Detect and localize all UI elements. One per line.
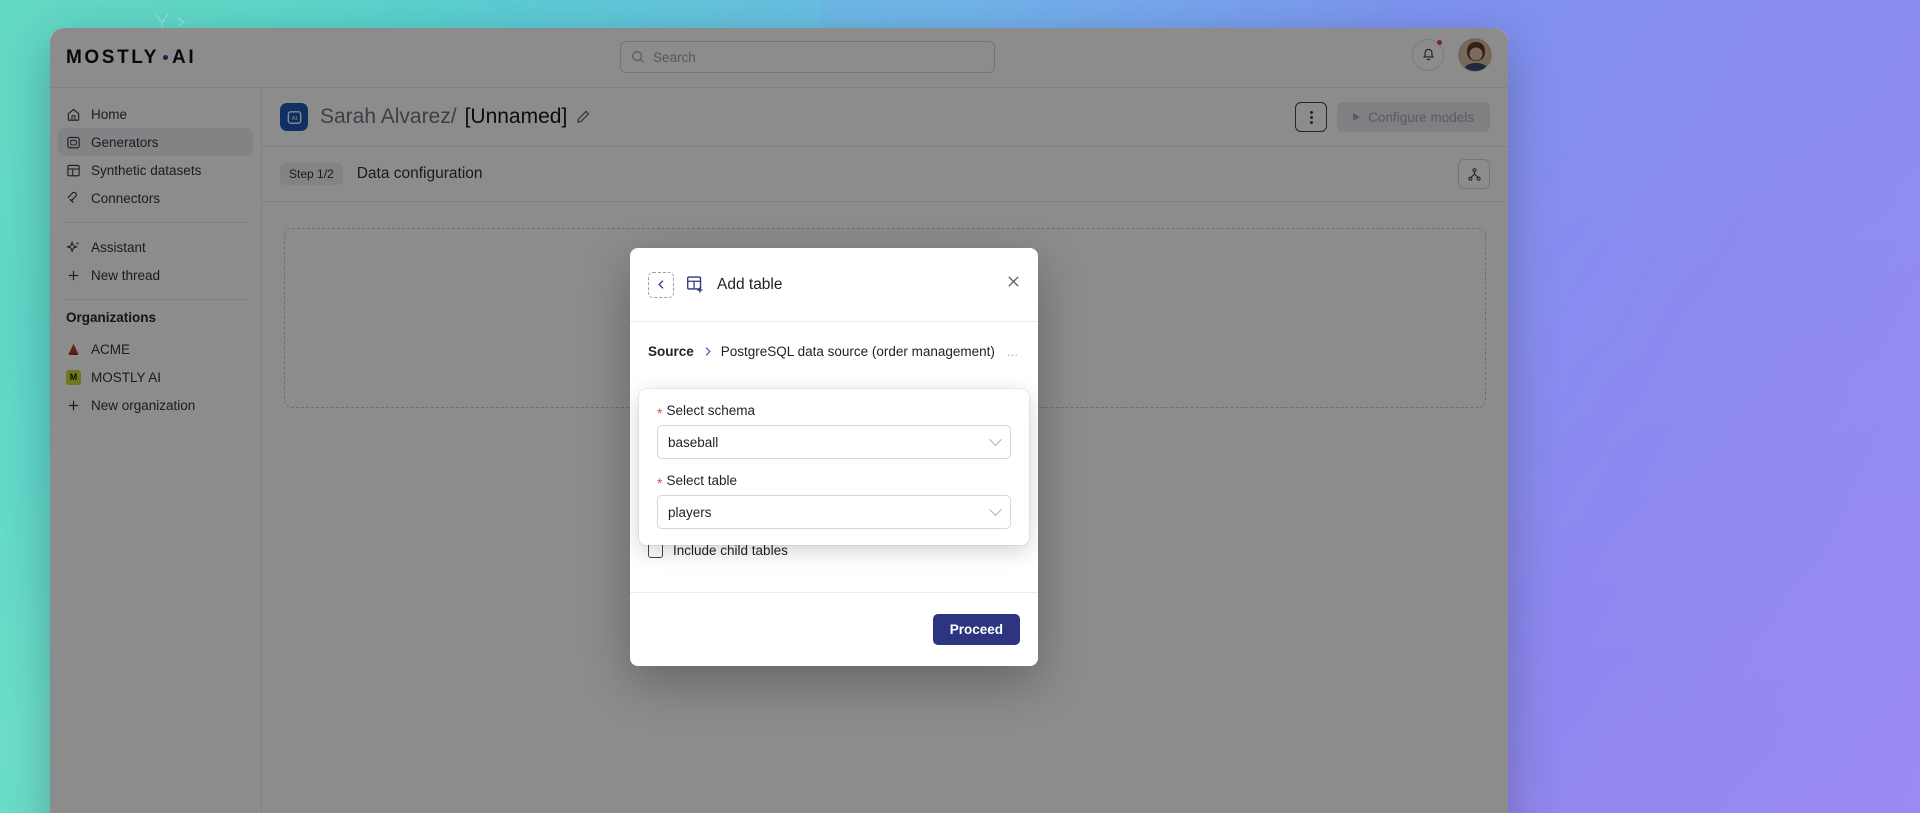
sidebar-item-new-thread[interactable]: New thread — [58, 261, 253, 289]
chevron-down-icon — [989, 432, 1002, 446]
sidebar: Home Generators Synthetic datasets Conne… — [50, 88, 262, 813]
sidebar-item-org-acme[interactable]: ACME — [58, 335, 253, 363]
dialog-title: Add table — [717, 275, 783, 293]
logo-text-ai: AI — [172, 46, 197, 68]
top-bar-actions — [1412, 38, 1492, 72]
chevron-down-icon — [989, 502, 1002, 516]
sidebar-item-label: MOSTLY AI — [91, 369, 162, 385]
desktop-background: MOSTLY AI Search Home Generators Synthet… — [0, 0, 1920, 813]
notification-badge — [1436, 39, 1443, 46]
plug-icon — [66, 191, 81, 206]
schema-diagram-icon — [1467, 167, 1481, 181]
generators-icon — [66, 135, 81, 150]
select-schema-label-text: Select schema — [666, 403, 755, 418]
sidebar-item-label: ACME — [91, 341, 131, 357]
sidebar-item-generators[interactable]: Generators — [58, 128, 253, 156]
step-badge: Step 1/2 — [280, 163, 343, 185]
page-header-actions: Configure models — [1295, 102, 1490, 132]
page-title: Sarah Alvarez/ [Unnamed] — [320, 105, 591, 129]
logo-text-mostly: MOSTLY — [66, 46, 160, 68]
svg-text:AI: AI — [291, 116, 297, 122]
select-schema-value: baseball — [668, 434, 719, 450]
sparkle-icon — [66, 240, 81, 255]
include-child-tables-checkbox[interactable] — [648, 543, 663, 558]
chevron-left-icon — [657, 280, 663, 289]
sidebar-divider-2 — [64, 299, 247, 300]
top-bar: MOSTLY AI — [50, 28, 1508, 88]
step-bar: Step 1/2 Data configuration — [262, 147, 1508, 202]
proceed-button[interactable]: Proceed — [932, 614, 1020, 645]
generator-ai-icon: AI — [280, 103, 308, 131]
configure-models-button[interactable]: Configure models — [1337, 102, 1490, 132]
more-vertical-icon[interactable] — [1295, 102, 1328, 132]
avatar[interactable] — [1458, 38, 1492, 72]
sidebar-item-label: Synthetic datasets — [91, 162, 202, 178]
select-table-label: * Select table — [657, 473, 737, 491]
configure-models-label: Configure models — [1368, 109, 1474, 125]
search-container — [620, 41, 995, 73]
sidebar-item-assistant[interactable]: Assistant — [58, 233, 253, 261]
sidebar-item-label: Generators — [91, 134, 159, 150]
sidebar-item-connectors[interactable]: Connectors — [58, 184, 253, 212]
application-window: MOSTLY AI Search Home Generators Synthet… — [50, 28, 1508, 813]
sidebar-item-new-organization[interactable]: New organization — [58, 391, 253, 419]
user-avatar-icon — [1459, 39, 1491, 71]
breadcrumb-ellipsis: ... — [1006, 344, 1019, 359]
sidebar-divider — [64, 222, 247, 223]
sidebar-item-org-mostly-ai[interactable]: M MOSTLY AI — [58, 363, 253, 391]
select-table-label-text: Select table — [666, 473, 737, 488]
add-table-dialog: Add table Source PostgreSQL data source … — [630, 248, 1038, 666]
app-logo: MOSTLY AI — [66, 47, 196, 69]
breadcrumb-current: PostgreSQL data source (order management… — [720, 344, 995, 359]
sidebar-item-label: Home — [91, 106, 128, 122]
plus-icon — [66, 398, 81, 413]
bell-icon — [1422, 48, 1434, 60]
notifications-button[interactable] — [1412, 39, 1444, 71]
dialog-footer: Proceed — [630, 592, 1038, 666]
sidebar-item-label: Assistant — [91, 239, 146, 255]
mostly-logo-icon: M — [66, 369, 81, 385]
schema-diagram-button[interactable] — [1458, 159, 1490, 189]
add-table-icon — [687, 276, 703, 293]
page-title-owner: Sarah Alvarez/ — [320, 105, 457, 128]
include-child-tables-label: Include child tables — [673, 543, 788, 558]
acme-logo-icon — [66, 342, 81, 357]
sidebar-item-label: New thread — [91, 267, 161, 283]
breadcrumb-root[interactable]: Source — [648, 344, 694, 359]
play-icon — [1353, 113, 1361, 121]
logo-dot-icon — [163, 55, 169, 60]
sidebar-item-home[interactable]: Home — [58, 100, 253, 128]
page-title-name: [Unnamed] — [464, 105, 568, 128]
chevron-right-icon — [705, 347, 711, 356]
step-title: Data configuration — [356, 165, 483, 182]
select-schema-dropdown[interactable]: baseball — [657, 425, 1011, 459]
dialog-header: Add table — [630, 248, 1038, 322]
select-table-dropdown[interactable]: players — [657, 495, 1011, 529]
pencil-edit-icon[interactable] — [575, 109, 591, 125]
selection-form-card: * Select schema baseball * Select table … — [639, 389, 1029, 545]
close-icon[interactable] — [1002, 270, 1024, 292]
search-input[interactable] — [620, 41, 995, 73]
include-child-tables-row[interactable]: Include child tables — [648, 543, 788, 558]
sidebar-item-label: New organization — [91, 397, 196, 413]
select-schema-label: * Select schema — [657, 403, 755, 421]
back-button[interactable] — [648, 271, 674, 298]
search-icon — [632, 51, 645, 64]
page-header: AI Sarah Alvarez/ [Unnamed] Configure mod… — [262, 88, 1508, 147]
sidebar-item-synthetic-datasets[interactable]: Synthetic datasets — [58, 156, 253, 184]
home-icon — [66, 107, 81, 122]
plus-icon — [66, 268, 81, 283]
sidebar-organizations-heading: Organizations — [66, 310, 157, 325]
breadcrumb: Source PostgreSQL data source (order man… — [630, 322, 1038, 359]
table-icon — [66, 163, 81, 178]
sidebar-item-label: Connectors — [91, 190, 161, 206]
select-table-value: players — [668, 504, 712, 520]
